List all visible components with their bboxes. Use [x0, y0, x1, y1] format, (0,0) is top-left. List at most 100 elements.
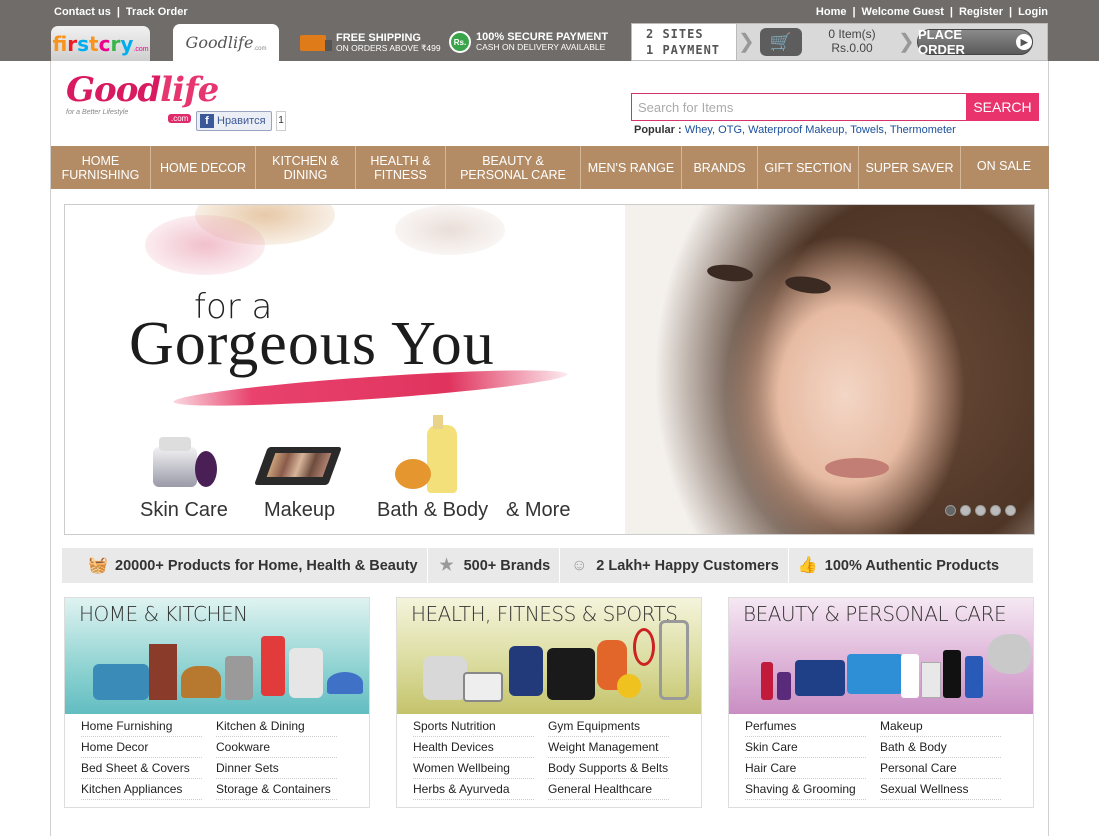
powder-splash	[395, 205, 505, 255]
facebook-icon: f	[200, 114, 214, 128]
top-bar: Contact us | Track Order Home | Welcome Gues…	[0, 0, 1099, 61]
slide-dot[interactable]	[945, 505, 956, 516]
facebook-like-label: Нравится	[217, 115, 266, 127]
nav-kitchen-dining[interactable]: KITCHEN & DINING	[256, 146, 356, 189]
mixer-image	[261, 636, 285, 696]
category-link[interactable]: Bed Sheet & Covers	[81, 758, 202, 779]
powder-splash	[145, 215, 265, 275]
popular-link-towels[interactable]: Towels	[850, 124, 884, 136]
hero-banner[interactable]: for a Gorgeous You Skin Care Makeup Bath…	[64, 204, 1035, 535]
category-link[interactable]: Perfumes	[745, 716, 866, 737]
nav-on-sale[interactable]: ON SALE	[961, 146, 1047, 189]
exercise-bike-image	[659, 620, 689, 700]
category-card-beauty-personal-care: BEAUTY & PERSONAL CARE Perfumes Makeup S…	[728, 597, 1034, 808]
category-banner[interactable]: HOME & KITCHEN	[65, 598, 369, 714]
category-link[interactable]: Herbs & Ayurveda	[413, 779, 534, 800]
tab-firstcry[interactable]: firstcry.com	[51, 26, 150, 61]
nav-mens-range[interactable]: MEN'S RANGE	[581, 146, 682, 189]
whisper-pack-image	[847, 654, 903, 694]
food-processor-image	[289, 648, 323, 698]
search-input[interactable]	[631, 93, 966, 121]
category-link[interactable]: Skin Care	[745, 737, 866, 758]
category-link[interactable]: Sports Nutrition	[413, 716, 534, 737]
nav-health-fitness[interactable]: HEALTH & FITNESS	[356, 146, 446, 189]
nav-brands[interactable]: BRANDS	[682, 146, 758, 189]
category-link[interactable]: Kitchen Appliances	[81, 779, 202, 800]
shipping-line2: ON ORDERS ABOVE ₹499	[336, 43, 441, 53]
makeup-palette-image	[254, 437, 342, 491]
category-link[interactable]: Shaving & Grooming	[745, 779, 866, 800]
slide-dot[interactable]	[975, 505, 986, 516]
category-link[interactable]: Body Supports & Belts	[548, 758, 669, 779]
smiley-icon: ☺	[571, 556, 588, 574]
contact-us-link[interactable]: Contact us	[54, 6, 111, 18]
category-link[interactable]: Home Furnishing	[81, 716, 202, 737]
category-banner[interactable]: BEAUTY & PERSONAL CARE	[729, 598, 1033, 714]
weighing-scale-image	[423, 656, 467, 700]
cart-total: Rs.0.00	[831, 41, 873, 55]
banner-label-more[interactable]: & More	[506, 499, 570, 522]
skin-care-jar-image	[147, 437, 221, 493]
banner-label-makeup[interactable]: Makeup	[264, 499, 335, 522]
facebook-like-button[interactable]: f Нравится	[196, 111, 272, 131]
category-links: Home Furnishing Kitchen & Dining Home De…	[81, 716, 351, 800]
category-link[interactable]: Makeup	[880, 716, 1001, 737]
slide-dot[interactable]	[990, 505, 1001, 516]
category-link[interactable]: Health Devices	[413, 737, 534, 758]
category-link[interactable]: Gym Equipments	[548, 716, 669, 737]
place-order-button[interactable]: PLACE ORDER ▶	[917, 27, 1033, 57]
track-order-link[interactable]: Track Order	[126, 6, 188, 18]
search-button[interactable]: SEARCH	[966, 93, 1039, 121]
home-link[interactable]: Home	[816, 6, 847, 18]
play-icon: ▶	[1016, 34, 1032, 50]
category-link[interactable]: Cookware	[216, 737, 337, 758]
category-link[interactable]: Weight Management	[548, 737, 669, 758]
deodorant-image	[943, 650, 961, 698]
category-link[interactable]: Women Wellbeing	[413, 758, 534, 779]
category-link[interactable]: Personal Care	[880, 758, 1001, 779]
popular-link-whey[interactable]: Whey	[685, 124, 712, 136]
cart-icon[interactable]: 🛒	[760, 28, 802, 56]
top-right-links: Home | Welcome Guest | Register | Login	[815, 6, 1048, 18]
bath-body-bottle-image	[393, 415, 463, 495]
banner-label-skin-care[interactable]: Skin Care	[140, 499, 228, 522]
category-link[interactable]: Bath & Body	[880, 737, 1001, 758]
nav-gift-section[interactable]: GIFT SECTION	[758, 146, 859, 189]
banner-headline: Gorgeous You	[129, 310, 495, 378]
feature-customers: ☺ 2 Lakh+ Happy Customers	[560, 548, 789, 583]
category-link[interactable]: Kitchen & Dining	[216, 716, 337, 737]
slide-dot[interactable]	[960, 505, 971, 516]
popular-link-waterproof-makeup[interactable]: Waterproof Makeup	[748, 124, 844, 136]
lipstick-image	[761, 662, 773, 700]
slide-dot[interactable]	[1005, 505, 1016, 516]
popular-link-otg[interactable]: OTG	[718, 124, 742, 136]
category-link[interactable]: Sexual Wellness	[880, 779, 1001, 800]
category-link[interactable]: Home Decor	[81, 737, 202, 758]
category-link[interactable]: General Healthcare	[548, 779, 669, 800]
category-link[interactable]: Hair Care	[745, 758, 866, 779]
register-link[interactable]: Register	[959, 6, 1003, 18]
category-banner[interactable]: HEALTH, FITNESS & SPORTS	[397, 598, 701, 714]
ck-perfume-image	[921, 662, 941, 698]
supplement-jar-image	[509, 646, 543, 696]
chevron-right-icon: ❯	[738, 31, 755, 53]
category-link[interactable]: Dinner Sets	[216, 758, 337, 779]
banner-label-bath-body[interactable]: Bath & Body	[377, 499, 488, 522]
tab-goodlife[interactable]: Goodlife .com	[173, 24, 279, 61]
cart-summary[interactable]: 0 Item(s) Rs.0.00	[807, 27, 897, 55]
category-link[interactable]: Storage & Containers	[216, 779, 337, 800]
logo-good: Good	[66, 70, 161, 110]
popular-link-thermometer[interactable]: Thermometer	[890, 124, 956, 136]
sites-line2: 1 PAYMENT	[646, 43, 721, 57]
firstcry-suffix: .com	[133, 46, 149, 53]
nav-beauty-personal-care[interactable]: BEAUTY & PERSONAL CARE	[446, 146, 581, 189]
nav-home-decor[interactable]: HOME DECOR	[151, 146, 256, 189]
elephant-decor-image	[181, 666, 221, 698]
nav-home-furnishing[interactable]: HOME FURNISHING	[51, 146, 151, 189]
hair-dryer-image	[987, 634, 1031, 674]
truck-icon	[300, 35, 332, 51]
nav-super-saver[interactable]: SUPER SAVER	[859, 146, 961, 189]
popular-label: Popular :	[634, 124, 682, 136]
feature-text: 500+ Brands	[463, 557, 551, 574]
login-link[interactable]: Login	[1018, 6, 1048, 18]
